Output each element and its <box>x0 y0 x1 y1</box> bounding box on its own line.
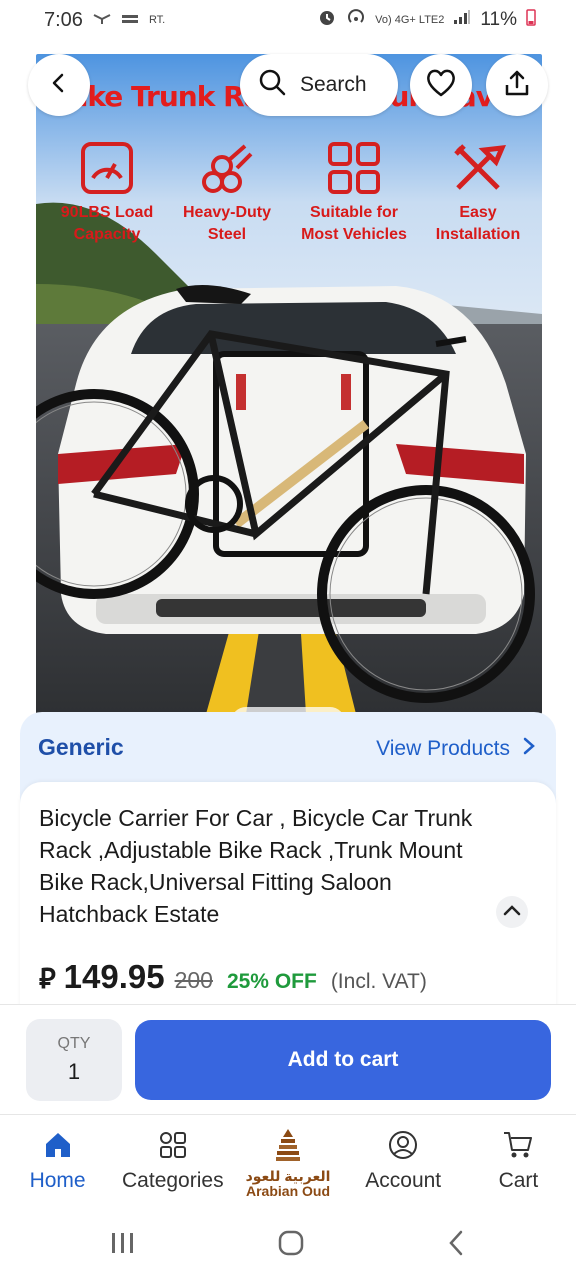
tab-account[interactable]: Account <box>346 1115 461 1210</box>
feature-vehicles: Suitable for Most Vehicles <box>294 140 414 246</box>
collapse-title-button[interactable] <box>496 896 528 928</box>
tab-label: Account <box>365 1169 442 1192</box>
network-indicator: Vo) 4G+ LTE2 <box>375 14 445 26</box>
view-products-link[interactable]: View Products <box>376 734 536 764</box>
currency-symbol: ⃁ <box>39 963 56 994</box>
battery-percent: 11% <box>480 9 517 30</box>
chevron-up-icon <box>503 903 521 921</box>
recent-apps-button[interactable] <box>110 1231 136 1260</box>
discount-badge: 25% OFF <box>226 970 317 993</box>
tab-label: Categories <box>122 1169 224 1192</box>
product-image-carousel[interactable]: Bike Trunk Rack for Your Travel 90LBS Lo… <box>0 40 576 737</box>
wishlist-button[interactable] <box>410 54 472 116</box>
purchase-bar: QTY 1 Add to cart <box>0 1004 576 1114</box>
chevron-right-icon <box>522 737 536 761</box>
price-row: ⃁ 149.95 200 25% OFF (Incl. VAT) <box>39 958 427 996</box>
home-nav-button[interactable] <box>277 1229 305 1262</box>
status-time: 7:06 <box>44 8 83 31</box>
grid-icon <box>326 140 382 196</box>
account-icon <box>385 1127 421 1163</box>
battery-icon <box>526 8 536 32</box>
feature-label: 90LBS Load Capacity <box>60 204 154 243</box>
tab-categories[interactable]: Categories <box>115 1115 230 1210</box>
signal-icon <box>453 9 471 31</box>
view-products-label: View Products <box>376 737 510 760</box>
back-button[interactable] <box>28 54 90 116</box>
feature-label: Easy Installation <box>435 204 521 243</box>
gauge-icon <box>79 140 135 196</box>
notification-icon <box>93 9 111 31</box>
home-icon <box>40 1127 76 1163</box>
tab-label: Home <box>29 1169 86 1192</box>
vat-note: (Incl. VAT) <box>330 970 427 993</box>
steel-pipes-icon <box>199 140 255 196</box>
qty-value: 1 <box>67 1059 81 1084</box>
add-to-cart-button[interactable]: Add to cart <box>135 1020 551 1100</box>
product-info-card: Bicycle Carrier For Car , Bicycle Car Tr… <box>20 782 556 1012</box>
product-title: Bicycle Carrier For Car , Bicycle Car Tr… <box>39 805 473 927</box>
arabian-oud-label-en: Arabian Oud <box>246 1183 331 1199</box>
arabian-oud-logo <box>270 1127 306 1163</box>
search-label: Search <box>300 73 367 96</box>
tab-home[interactable]: Home <box>0 1115 115 1210</box>
current-price: 149.95 <box>63 958 165 995</box>
share-button[interactable] <box>486 54 548 116</box>
tab-arabian-oud[interactable]: العربية للعود Arabian Oud <box>230 1115 345 1210</box>
arabian-oud-label: العربية للعود Arabian Oud <box>246 1169 331 1199</box>
qty-label: QTY <box>57 1035 91 1052</box>
share-icon <box>503 69 531 102</box>
tools-icon <box>450 140 506 196</box>
feature-label: Heavy-Duty Steel <box>182 204 272 243</box>
arabian-oud-label-ar: العربية للعود <box>245 1168 331 1184</box>
feature-load-capacity: 90LBS Load Capacity <box>47 140 167 246</box>
categories-icon <box>155 1127 191 1163</box>
feature-label: Suitable for Most Vehicles <box>301 204 407 243</box>
feature-steel: Heavy-Duty Steel <box>167 140 287 246</box>
chevron-left-icon <box>47 71 71 100</box>
original-price: 200 <box>174 967 213 993</box>
cart-icon <box>500 1127 536 1163</box>
status-bar: 7:06 RT. Vo) 4G+ LTE2 11% <box>0 0 576 40</box>
bank-icon <box>121 9 139 31</box>
system-nav-bar <box>0 1210 576 1280</box>
search-button[interactable]: Search <box>240 54 398 116</box>
hotspot-icon <box>346 7 366 33</box>
bottom-tab-bar: Home Categories العربية للعود Arabian Ou… <box>0 1114 576 1210</box>
alarm-icon <box>317 7 337 33</box>
quantity-selector[interactable]: QTY 1 <box>26 1019 122 1101</box>
search-icon <box>258 68 286 102</box>
tab-cart[interactable]: Cart <box>461 1115 576 1210</box>
tab-label: Cart <box>498 1169 539 1192</box>
carrier-tag: RT. <box>148 14 166 26</box>
feature-installation: Easy Installation <box>418 140 538 246</box>
back-nav-button[interactable] <box>446 1229 466 1262</box>
heart-icon <box>425 68 457 103</box>
